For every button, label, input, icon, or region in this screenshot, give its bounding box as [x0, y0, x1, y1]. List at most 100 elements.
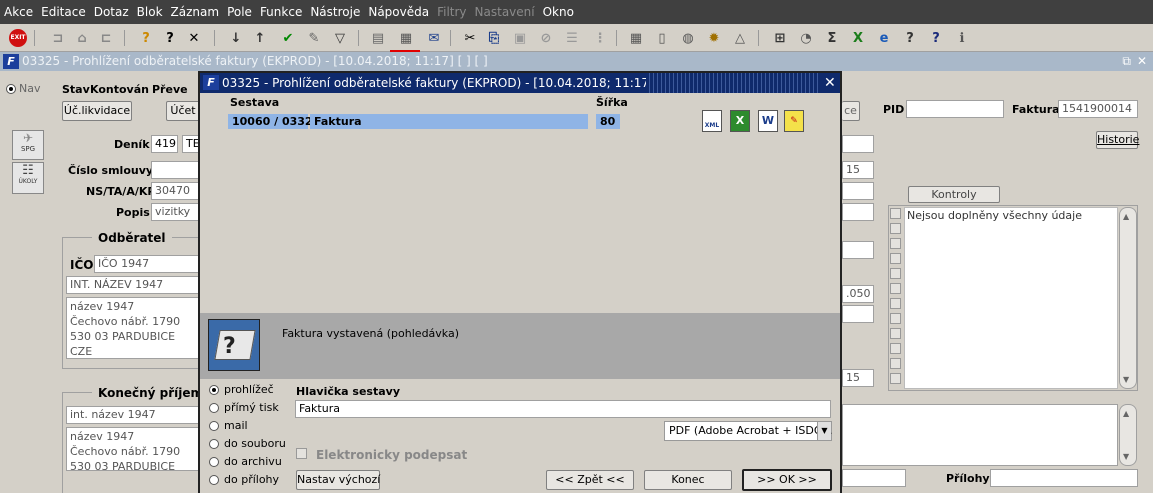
- database-icon[interactable]: ⊞: [770, 28, 790, 48]
- help-context-icon[interactable]: ?: [926, 28, 946, 48]
- note-area[interactable]: [842, 404, 1118, 466]
- kontroly-checkbox[interactable]: [890, 313, 901, 324]
- ukoly-button[interactable]: ☷ ÚKOLY: [12, 162, 44, 194]
- side-field-5[interactable]: [842, 241, 874, 259]
- uc-likvidace-button[interactable]: Úč.likvidace: [62, 101, 132, 121]
- ok-button[interactable]: >> OK >>: [742, 469, 832, 491]
- kontroly-checkbox[interactable]: [890, 343, 901, 354]
- print-report-icon[interactable]: ▦: [396, 28, 416, 48]
- document-icon[interactable]: ▯: [652, 28, 672, 48]
- int-nazev-field[interactable]: INT. NÁZEV 1947: [66, 276, 200, 294]
- nav-indicator[interactable]: Nav: [4, 82, 42, 96]
- output-option[interactable]: do archivu: [208, 455, 288, 469]
- output-option[interactable]: mail: [208, 419, 288, 433]
- excel-export-icon[interactable]: X: [730, 110, 750, 132]
- end-button[interactable]: Konec: [644, 470, 732, 490]
- wrench-icon[interactable]: ✎: [304, 28, 324, 48]
- kontroly-checkbox[interactable]: [890, 298, 901, 309]
- close-main-icon[interactable]: ✕: [1137, 52, 1147, 71]
- radio-button[interactable]: [209, 421, 219, 431]
- sum-icon[interactable]: Σ: [822, 28, 842, 48]
- menu-item[interactable]: Nápověda: [368, 5, 429, 19]
- output-option[interactable]: prohlížeč: [208, 383, 288, 397]
- exit-icon[interactable]: EXIT: [8, 28, 28, 48]
- menu-item[interactable]: Okno: [543, 5, 574, 19]
- settings-wheel-icon[interactable]: ✹: [704, 28, 724, 48]
- output-option[interactable]: do souboru: [208, 437, 288, 451]
- pid-field[interactable]: [906, 100, 1004, 118]
- menu-item[interactable]: Záznam: [171, 5, 220, 19]
- historie-button[interactable]: Historie: [1096, 131, 1139, 149]
- menu-item[interactable]: Akce: [4, 5, 33, 19]
- menu-item[interactable]: Blok: [137, 5, 163, 19]
- menu-item[interactable]: Nastavení: [475, 5, 535, 19]
- sort-desc-icon[interactable]: ↑: [250, 28, 270, 48]
- query-execute-icon[interactable]: ?: [160, 28, 180, 48]
- tree-icon[interactable]: ⋮: [590, 28, 610, 48]
- denik-field[interactable]: 419: [151, 135, 178, 153]
- ico-field[interactable]: IČO 1947: [94, 255, 200, 273]
- pdf-export-icon[interactable]: ✎: [784, 110, 804, 132]
- output-option[interactable]: přímý tisk: [208, 401, 288, 415]
- bottom-field[interactable]: [842, 469, 906, 487]
- ucet-button[interactable]: Účet: [166, 101, 200, 121]
- spg-button[interactable]: ✈ SPG: [12, 130, 44, 160]
- report-row-name[interactable]: Faktura: [310, 114, 588, 129]
- triangle-icon[interactable]: △: [730, 28, 750, 48]
- default-button[interactable]: Nastav výchozí: [296, 470, 380, 490]
- xml-export-icon[interactable]: XML: [702, 110, 722, 132]
- clear-icon[interactable]: ⊘: [536, 28, 556, 48]
- radio-button[interactable]: [209, 403, 219, 413]
- header-input[interactable]: Faktura: [295, 400, 831, 418]
- kontroly-checkbox[interactable]: [890, 373, 901, 384]
- kontroly-checkbox[interactable]: [890, 328, 901, 339]
- format-select[interactable]: PDF (Adobe Acrobat + ISDO... ▼: [664, 421, 833, 441]
- restore-icon[interactable]: ⧉: [1122, 52, 1131, 71]
- kontroly-scrollbar[interactable]: ▲ ▼: [1119, 207, 1137, 389]
- chevron-down-icon[interactable]: ▼: [817, 422, 831, 440]
- prilohy-field[interactable]: [990, 469, 1138, 487]
- address-field[interactable]: název 1947 Čechovo nábř. 1790 530 03 PAR…: [66, 297, 200, 359]
- kontroly-button[interactable]: Kontroly: [908, 186, 1000, 203]
- radio-button[interactable]: [209, 475, 219, 485]
- side-field-2[interactable]: 15: [842, 161, 874, 179]
- side-field-7[interactable]: [842, 305, 874, 323]
- konecny-nazev-field[interactable]: int. název 1947: [66, 406, 200, 424]
- kontroly-checkbox[interactable]: [890, 208, 901, 219]
- home-icon[interactable]: ⌂: [72, 28, 92, 48]
- side-field-3[interactable]: [842, 182, 874, 200]
- sort-asc-icon[interactable]: ↓: [226, 28, 246, 48]
- output-option[interactable]: do přílohy: [208, 473, 288, 487]
- side-field-6[interactable]: .050: [842, 285, 874, 303]
- konecny-address-field[interactable]: název 1947 Čechovo nábř. 1790 530 03 PAR…: [66, 427, 200, 471]
- calendar-icon[interactable]: ▦: [626, 28, 646, 48]
- cislo-smlouvy-field[interactable]: [151, 161, 200, 179]
- report-row-width[interactable]: 80: [596, 114, 620, 129]
- filter-icon[interactable]: ▽: [330, 28, 350, 48]
- ns-field[interactable]: 30470: [151, 182, 200, 200]
- cut-icon[interactable]: ✂: [460, 28, 480, 48]
- side-field-4[interactable]: [842, 203, 874, 221]
- globe-icon[interactable]: ◍: [678, 28, 698, 48]
- faktura-field[interactable]: 1541900014: [1058, 100, 1138, 118]
- radio-button[interactable]: [209, 457, 219, 467]
- menu-item[interactable]: Dotaz: [94, 5, 129, 19]
- menu-item[interactable]: Pole: [227, 5, 252, 19]
- kontroly-checkbox[interactable]: [890, 268, 901, 279]
- list-icon[interactable]: ☰: [562, 28, 582, 48]
- note-scrollbar[interactable]: ▲ ▼: [1119, 404, 1137, 466]
- kontroly-checkbox[interactable]: [890, 223, 901, 234]
- print-icon[interactable]: ▤: [368, 28, 388, 48]
- browser-icon[interactable]: e: [874, 28, 894, 48]
- sign-checkbox[interactable]: [296, 448, 307, 459]
- radio-button[interactable]: [209, 439, 219, 449]
- kontroly-checkbox[interactable]: [890, 358, 901, 369]
- side-field-1[interactable]: [842, 135, 874, 153]
- menu-item[interactable]: Nástroje: [310, 5, 360, 19]
- kontroly-checkbox[interactable]: [890, 238, 901, 249]
- commit-check-icon[interactable]: ✔: [278, 28, 298, 48]
- side-field-8[interactable]: 15: [842, 369, 874, 387]
- back-button[interactable]: << Zpět <<: [546, 470, 634, 490]
- radio-button[interactable]: [209, 385, 219, 395]
- menu-item[interactable]: Editace: [41, 5, 86, 19]
